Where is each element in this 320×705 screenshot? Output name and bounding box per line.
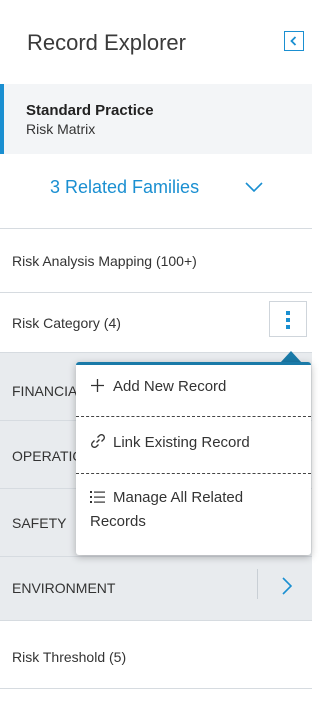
- related-families-toggle[interactable]: 3 Related Families: [0, 165, 312, 209]
- family-row-label: Risk Threshold (5): [12, 649, 127, 665]
- list-icon: [90, 491, 105, 503]
- family-row-label: Risk Analysis Mapping (100+): [12, 253, 197, 269]
- more-options-button[interactable]: [269, 301, 307, 337]
- related-record-context-menu: Add New Record Link Existing Record Mana…: [76, 362, 311, 555]
- link-existing-record-item[interactable]: Link Existing Record: [76, 432, 311, 470]
- menu-accent-bar: [76, 362, 311, 365]
- kebab-menu-icon: [286, 311, 290, 329]
- add-new-record-item[interactable]: Add New Record: [76, 376, 311, 414]
- record-row-environment[interactable]: ENVIRONMENT: [0, 557, 312, 621]
- link-icon: [91, 434, 105, 448]
- family-row-risk-category[interactable]: Risk Category (4): [0, 293, 312, 353]
- record-row-label: SAFETY: [12, 515, 67, 531]
- plus-icon: [91, 379, 104, 392]
- selected-record-card[interactable]: Standard Practice Risk Matrix: [0, 84, 312, 154]
- menu-item-label-line2: Records: [90, 513, 146, 530]
- family-row-risk-threshold[interactable]: Risk Threshold (5): [0, 621, 312, 689]
- menu-separator: [76, 416, 311, 417]
- family-row-label: Risk Category (4): [12, 315, 121, 331]
- collapse-panel-button[interactable]: [284, 31, 304, 51]
- record-row-label: FINANCIAL: [12, 383, 86, 399]
- chevron-down-icon: [245, 182, 263, 192]
- panel-header: Record Explorer: [0, 0, 312, 84]
- record-name: Risk Matrix: [26, 121, 96, 137]
- row-divider: [257, 569, 258, 599]
- menu-item-label: Link Existing Record: [113, 434, 250, 451]
- record-row-label: ENVIRONMENT: [12, 580, 116, 596]
- chevron-right-icon[interactable]: [282, 577, 292, 595]
- menu-separator: [76, 473, 311, 474]
- family-row-risk-analysis-mapping[interactable]: Risk Analysis Mapping (100+): [0, 228, 312, 293]
- chevron-left-icon: [290, 36, 297, 46]
- related-families-label: 3 Related Families: [50, 177, 200, 197]
- menu-item-label: Add New Record: [113, 378, 227, 395]
- manage-related-records-item[interactable]: Manage All Related Records: [76, 488, 311, 546]
- record-family: Standard Practice: [26, 102, 154, 119]
- panel-title: Record Explorer: [27, 30, 186, 55]
- menu-item-label-line1: Manage All Related: [113, 489, 244, 506]
